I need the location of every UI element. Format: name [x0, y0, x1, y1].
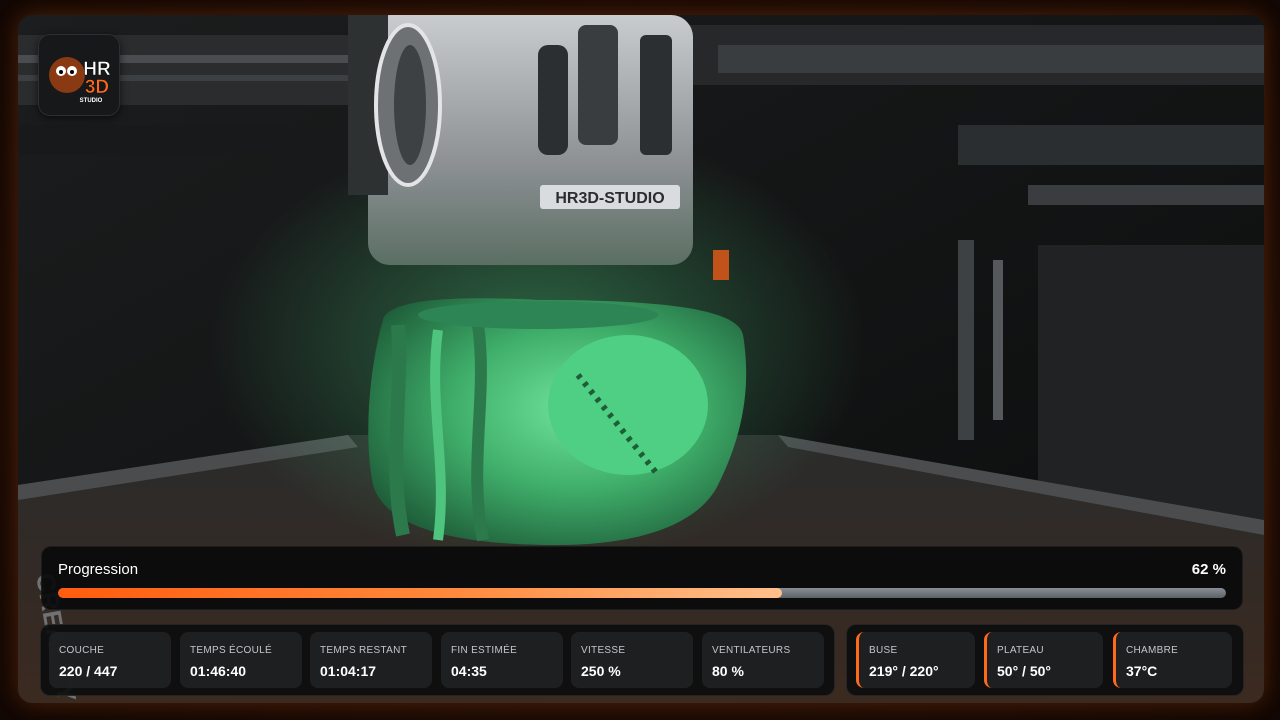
toolhead-label: HR3D-STUDIO — [555, 190, 664, 207]
stat-card-vitesse: VITESSE 250 % — [571, 632, 693, 688]
temp-value: 219° / 220° — [869, 663, 939, 679]
stat-card-temps-ecoule: TEMPS ÉCOULÉ 01:46:40 — [180, 632, 302, 688]
temp-label: PLATEAU — [997, 645, 1044, 656]
stat-label: VITESSE — [581, 645, 626, 656]
progress-bar — [58, 588, 1226, 598]
progress-percent: 62 % — [1191, 561, 1226, 578]
logo-line2: 3D — [85, 77, 109, 98]
stat-label: VENTILATEURS — [712, 645, 791, 656]
temp-card-plateau: PLATEAU 50° / 50° — [984, 632, 1103, 688]
stat-value: 01:04:17 — [320, 663, 377, 679]
temp-card-buse: BUSE 219° / 220° — [856, 632, 975, 688]
print-stats-group: COUCHE 220 / 447 TEMPS ÉCOULÉ 01:46:40 T… — [40, 624, 835, 696]
stat-label: TEMPS ÉCOULÉ — [190, 645, 272, 656]
stat-card-fin-estimee: FIN ESTIMÉE 04:35 — [441, 632, 563, 688]
stat-card-temps-restant: TEMPS RESTANT 01:04:17 — [310, 632, 432, 688]
stat-value: 01:46:40 — [190, 663, 247, 679]
progress-label: Progression — [58, 561, 139, 578]
temp-value: 50° / 50° — [997, 663, 1052, 679]
temp-value: 37°C — [1126, 663, 1158, 679]
temperature-group: BUSE 219° / 220° PLATEAU 50° / 50° CHAMB… — [846, 624, 1244, 696]
app-frame: HR3D-STUDIO CREALITY HR 3D STUDIO — [0, 0, 1280, 720]
logo-line3: STUDIO — [80, 98, 103, 104]
camera-viewport: HR3D-STUDIO CREALITY HR 3D STUDIO — [18, 15, 1264, 703]
logo-mascot-icon: HR 3D STUDIO — [49, 57, 111, 104]
stat-label: TEMPS RESTANT — [320, 645, 408, 656]
stat-card-couche: COUCHE 220 / 447 — [49, 632, 171, 688]
progress-panel: Progression 62 % — [41, 546, 1243, 610]
stat-value: 04:35 — [451, 663, 487, 679]
progress-bar-fill — [58, 588, 783, 598]
temp-label: BUSE — [869, 645, 898, 656]
temp-label: CHAMBRE — [1126, 645, 1179, 656]
stat-value: 220 / 447 — [59, 663, 118, 679]
studio-logo: HR 3D STUDIO — [38, 34, 120, 116]
temp-card-chambre: CHAMBRE 37°C — [1113, 632, 1232, 688]
stat-label: COUCHE — [59, 645, 105, 656]
stat-label: FIN ESTIMÉE — [451, 645, 518, 656]
stat-card-ventilateurs: VENTILATEURS 80 % — [702, 632, 824, 688]
stat-value: 80 % — [712, 663, 744, 679]
stat-value: 250 % — [581, 663, 621, 679]
